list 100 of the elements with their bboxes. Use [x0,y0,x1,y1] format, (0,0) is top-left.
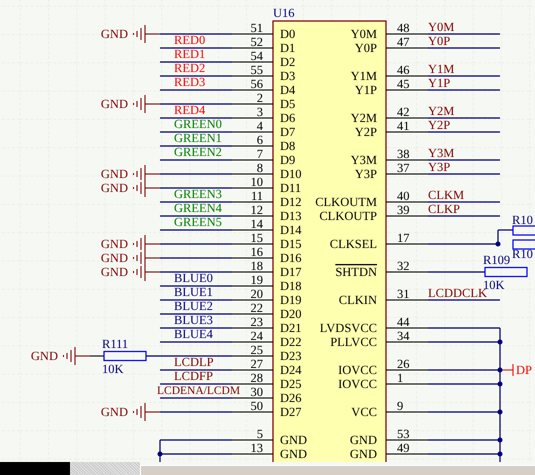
net-label: BLUE3 [174,313,213,327]
pin-number: 32 [397,259,410,273]
pin-number: 1 [397,371,404,385]
pin-number: 23 [250,315,263,329]
pin-name: IOVCC [338,377,377,391]
pin-name: CLKIN [338,293,377,307]
net-label: GREEN1 [174,131,222,145]
net-label: Y3P [428,160,450,174]
junction-dot [498,382,502,386]
pin-name: D15 [280,237,302,251]
pin-number: 34 [397,329,410,343]
pin-number: 44 [397,315,410,329]
pin-name: Y3M [350,153,377,167]
pin-number: 3 [256,105,263,119]
junction-dot [498,438,502,442]
pin-number: 15 [250,231,263,245]
pin-name: Y0M [350,27,377,41]
pin-number: 49 [397,441,410,455]
net-label: GREEN3 [174,187,222,201]
pin-name: D0 [280,27,296,41]
ground-label: GND [100,237,128,251]
pin-name: Y0P [354,41,377,55]
ground-label: GND [100,97,128,111]
pin-number: 7 [256,147,263,161]
probe-marker [500,364,514,376]
pin-number: 50 [250,399,263,413]
pin-number: 14 [250,217,263,231]
pin-number: 37 [397,161,410,175]
ground-label: GND [100,167,128,181]
resistor-designator: R111 [102,337,128,351]
net-label: GREEN4 [174,201,222,215]
pin-name: D10 [280,167,302,181]
net-label: RED3 [174,75,206,89]
pin-number: 56 [250,77,263,91]
junction-dot [498,452,502,456]
pin-name: D20 [280,307,302,321]
net-label: Y1P [428,76,450,90]
resistor-designator: R10 [512,213,533,227]
pin-name: D13 [280,209,302,223]
pin-number: 25 [250,343,263,357]
ground-symbol-icon [133,262,160,282]
pin-name: D7 [280,125,296,139]
pin-number: 46 [397,63,410,77]
bus-wire [159,440,161,462]
pin-number: 6 [256,133,263,147]
ground-symbol-icon [63,346,90,366]
net-label: Y3M [428,146,454,160]
pin-number: 2 [256,91,263,105]
ground-label: GND [30,349,58,363]
net-label: RED4 [174,103,206,117]
pin-name: LVDSVCC [320,321,377,335]
pin-number: 40 [397,189,410,203]
pin-number: 28 [250,371,263,385]
resistor-symbol [484,266,528,278]
pin-number: 12 [250,203,263,217]
net-label: GREEN2 [174,145,222,159]
resistor-symbol [512,239,535,250]
net-label: LCDLP [174,355,214,369]
pin-number: 41 [397,119,410,133]
pin-number: 5 [256,427,263,441]
probe-label: DP [516,363,532,377]
net-label: LCDFP [174,369,213,383]
pin-number: 24 [250,329,263,343]
pin-name: D11 [280,181,302,195]
pin-name: IOVCC [338,363,377,377]
pin-number: 42 [397,105,410,119]
pin-name: D23 [280,349,302,363]
pin-name: D5 [280,97,296,111]
pin-number: 26 [397,357,410,371]
pin-number: 16 [250,245,263,259]
pin-name: Y1P [354,83,377,97]
pin-number: 39 [397,203,410,217]
net-label: RED1 [174,47,206,61]
resistor-designator: R10 [512,247,533,261]
pin-number: 47 [397,35,410,49]
resistor-symbol [512,225,535,236]
pin-number: 10 [250,175,263,189]
pin-name: D4 [280,83,296,97]
pin-name: GND [280,447,308,461]
pin-name: GND [280,433,308,447]
net-label: LCDENA/LCDM [157,385,240,397]
pin-number: 52 [250,35,263,49]
pin-name: D25 [280,377,302,391]
pin-number: 38 [397,147,410,161]
pin-name: CLKOUTM [315,195,377,209]
horizontal-scrollbar[interactable] [140,465,535,475]
pin-name: Y2M [350,111,377,125]
pin-name: CLKSEL [330,237,377,251]
net-label: CLKM [428,188,464,202]
pin-name: D24 [280,363,302,377]
resistor-designator: R109 [483,253,510,267]
pin-number: 22 [250,301,263,315]
junction-dot [498,410,502,414]
pin-name: D27 [280,405,302,419]
net-label: BLUE2 [174,299,213,313]
pin-name: CLKOUTP [319,209,377,223]
pin-name: GND [350,433,377,447]
resistor-value: 10K [483,278,505,292]
pin-number: 54 [250,49,263,63]
pin-number: 9 [397,399,404,413]
